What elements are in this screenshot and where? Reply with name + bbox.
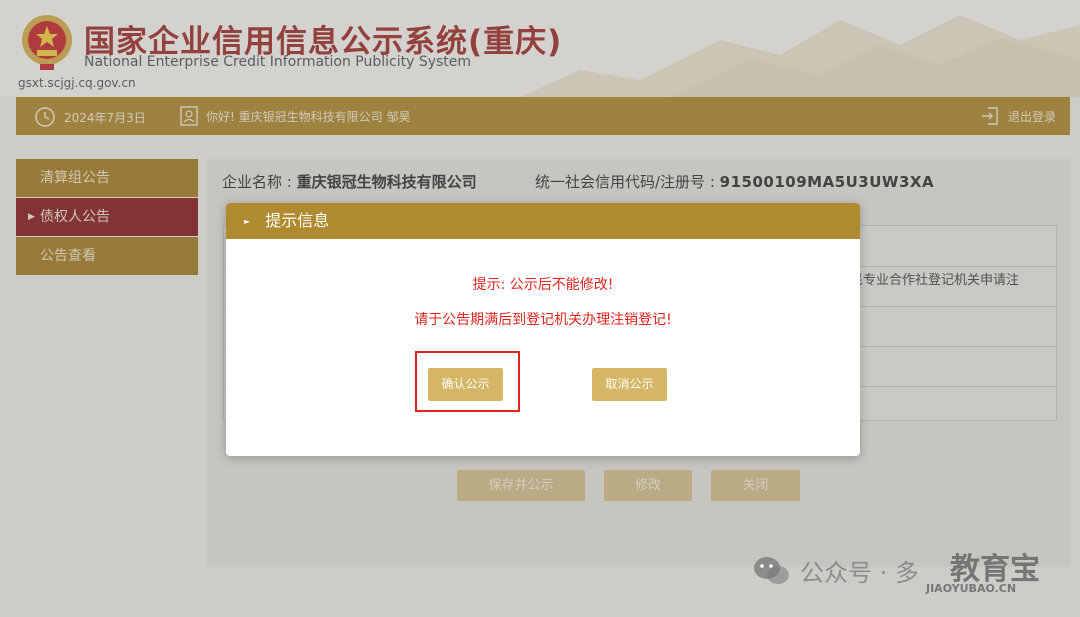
- dialog-message-line1: 提示: 公示后不能修改!: [472, 277, 614, 293]
- confirm-publish-button[interactable]: 确认公示: [428, 368, 503, 401]
- cancel-publish-button[interactable]: 取消公示: [592, 368, 667, 401]
- notice-dialog: ► 提示信息 提示: 公示后不能修改! 请于公告期满后到登记机关办理注销登记! …: [226, 203, 860, 456]
- dialog-title: 提示信息: [265, 211, 330, 230]
- dialog-header: ► 提示信息: [226, 203, 860, 239]
- watermark-text: 公众号 · 多: [800, 559, 919, 587]
- wechat-watermark: 公众号 · 多: [752, 553, 919, 588]
- dialog-message-line2: 请于公告期满后到登记机关办理注销登记!: [414, 312, 672, 328]
- wechat-icon: [754, 556, 789, 584]
- brand-url: JIAOYUBAO.CN: [926, 582, 1017, 595]
- triangle-right-icon: ►: [244, 217, 251, 226]
